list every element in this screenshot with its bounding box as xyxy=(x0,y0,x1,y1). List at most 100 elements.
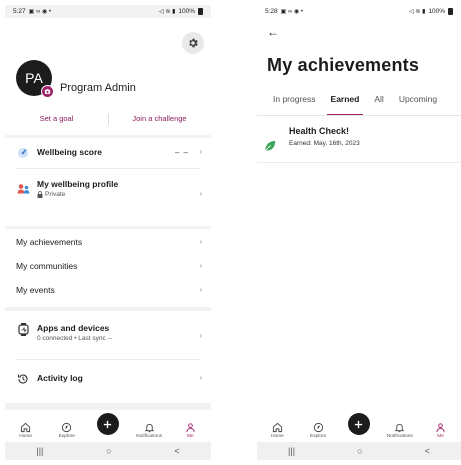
back-arrow-button[interactable]: ← xyxy=(267,25,279,39)
set-goal-link[interactable]: Set a goal xyxy=(5,114,108,123)
nav-explore[interactable]: Explore xyxy=(49,422,85,439)
score-gauge-icon xyxy=(16,146,30,160)
chevron-right-icon: › xyxy=(199,147,202,156)
my-achievements-row[interactable]: My achievements › xyxy=(5,229,211,253)
back-button[interactable]: < xyxy=(425,446,430,456)
battery-percent: 100% xyxy=(178,8,195,15)
add-button[interactable] xyxy=(347,413,370,435)
sync-status: 0 connected • Last sync -- xyxy=(37,335,112,342)
back-button[interactable]: < xyxy=(174,446,179,456)
nav-add[interactable] xyxy=(341,413,377,439)
bell-icon xyxy=(144,423,154,433)
camera-icon xyxy=(44,89,51,94)
status-bar: 5:28 ▣ ∞ ◉ • ◁ ≋ ▮ 100% xyxy=(257,5,461,18)
home-icon xyxy=(272,422,282,433)
wellbeing-score-label: Wellbeing score xyxy=(37,147,103,157)
avatar-initials: PA xyxy=(25,70,43,86)
me-screen: 5:27 ▣ ∞ ◉ • ◁ ≋ ▮ 100% PA Program Admin… xyxy=(5,5,211,460)
recents-button[interactable]: ||| xyxy=(288,446,295,456)
nav-notifications-label: Notifications xyxy=(386,434,413,439)
tab-upcoming[interactable]: Upcoming xyxy=(399,92,437,116)
wellbeing-profile-row[interactable]: My wellbeing profile Private › xyxy=(5,169,211,219)
my-communities-row[interactable]: My communities › xyxy=(5,253,211,277)
my-communities-label: My communities xyxy=(16,261,78,271)
profile-card: PA Program Admin Set a goal Join a chall… xyxy=(5,18,211,135)
nav-me-label: Me xyxy=(437,434,444,439)
history-icon xyxy=(16,372,30,386)
tab-in-progress[interactable]: In progress xyxy=(273,92,316,116)
chevron-right-icon: › xyxy=(199,189,202,198)
wellbeing-score-value: – – xyxy=(174,148,189,157)
apps-devices-row[interactable]: Apps and devices 0 connected • Last sync… xyxy=(5,311,211,359)
nav-home[interactable]: Home xyxy=(259,422,295,439)
signal-icons: ◁ ≋ ▮ xyxy=(409,9,426,15)
person-icon xyxy=(186,423,195,433)
nav-explore-label: Explore xyxy=(310,434,327,439)
gear-icon xyxy=(189,38,198,48)
profile-name: Program Admin xyxy=(60,82,136,94)
status-bar: 5:27 ▣ ∞ ◉ • ◁ ≋ ▮ 100% xyxy=(5,5,211,18)
compass-icon xyxy=(62,422,72,433)
avatar[interactable]: PA xyxy=(16,60,54,98)
tab-all[interactable]: All xyxy=(374,92,383,116)
chevron-right-icon: › xyxy=(199,285,202,294)
system-navigation: ||| ○ < xyxy=(257,442,461,460)
activity-log-label: Activity log xyxy=(37,373,83,383)
my-items-card: My achievements › My communities › My ev… xyxy=(5,229,211,307)
person-icon xyxy=(436,423,445,433)
recents-button[interactable]: ||| xyxy=(36,446,43,456)
bottom-navigation: Home Explore Notifications Me xyxy=(5,410,211,442)
add-button[interactable] xyxy=(96,413,119,435)
join-challenge-link[interactable]: Join a challenge xyxy=(108,114,211,123)
nav-explore-label: Explore xyxy=(58,434,75,439)
apps-card: Apps and devices 0 connected • Last sync… xyxy=(5,311,211,403)
battery-percent: 100% xyxy=(428,8,445,15)
nav-me-label: Me xyxy=(187,434,194,439)
arrow-left-icon: ← xyxy=(267,25,279,39)
page-title: My achievements xyxy=(267,55,420,75)
nav-add[interactable] xyxy=(90,413,126,439)
achievements-screen: 5:28 ▣ ∞ ◉ • ◁ ≋ ▮ 100% ← My achievement… xyxy=(257,5,461,460)
camera-badge[interactable] xyxy=(41,85,54,98)
wellbeing-card: Wellbeing score – – › My wellbeing profi… xyxy=(5,138,211,226)
chevron-right-icon: › xyxy=(199,373,202,382)
nav-me[interactable]: Me xyxy=(172,422,208,439)
nav-notifications-label: Notifications xyxy=(136,434,163,439)
my-events-row[interactable]: My events › xyxy=(5,277,211,301)
chevron-right-icon: › xyxy=(199,331,202,340)
settings-button[interactable] xyxy=(182,32,204,54)
home-button[interactable]: ○ xyxy=(357,446,362,456)
battery-icon xyxy=(198,8,203,15)
status-time: 5:28 xyxy=(265,8,278,15)
home-button[interactable]: ○ xyxy=(106,446,111,456)
compass-icon xyxy=(313,422,323,433)
apps-devices-label: Apps and devices xyxy=(37,323,110,333)
notification-icons: ▣ ∞ ◉ • xyxy=(28,9,51,15)
my-events-label: My events xyxy=(16,285,55,295)
plus-icon xyxy=(355,420,363,428)
nav-explore[interactable]: Explore xyxy=(300,422,336,439)
bell-icon xyxy=(395,423,405,433)
nav-notifications[interactable]: Notifications xyxy=(382,422,418,439)
nav-home[interactable]: Home xyxy=(8,422,44,439)
bottom-navigation: Home Explore Notifications Me xyxy=(257,410,461,442)
home-icon xyxy=(21,422,31,433)
status-time: 5:27 xyxy=(13,8,26,15)
battery-icon xyxy=(448,8,453,15)
privacy-label: Private xyxy=(45,191,66,198)
wellbeing-profile-label: My wellbeing profile xyxy=(37,179,119,189)
watch-icon xyxy=(16,322,30,336)
achievement-title: Health Check! xyxy=(289,126,350,136)
chevron-right-icon: › xyxy=(199,261,202,270)
my-achievements-label: My achievements xyxy=(16,237,83,247)
signal-icons: ◁ ≋ ▮ xyxy=(159,9,176,15)
nav-notifications[interactable]: Notifications xyxy=(131,422,167,439)
achievement-tabs: In progress Earned All Upcoming xyxy=(257,92,461,116)
divider xyxy=(257,162,461,163)
tab-earned[interactable]: Earned xyxy=(326,92,364,116)
tabs-divider xyxy=(257,115,461,116)
activity-log-row[interactable]: Activity log › xyxy=(5,360,211,398)
wellbeing-score-row[interactable]: Wellbeing score – – › xyxy=(5,138,211,168)
nav-me[interactable]: Me xyxy=(423,422,459,439)
nav-home-label: Home xyxy=(19,434,32,439)
